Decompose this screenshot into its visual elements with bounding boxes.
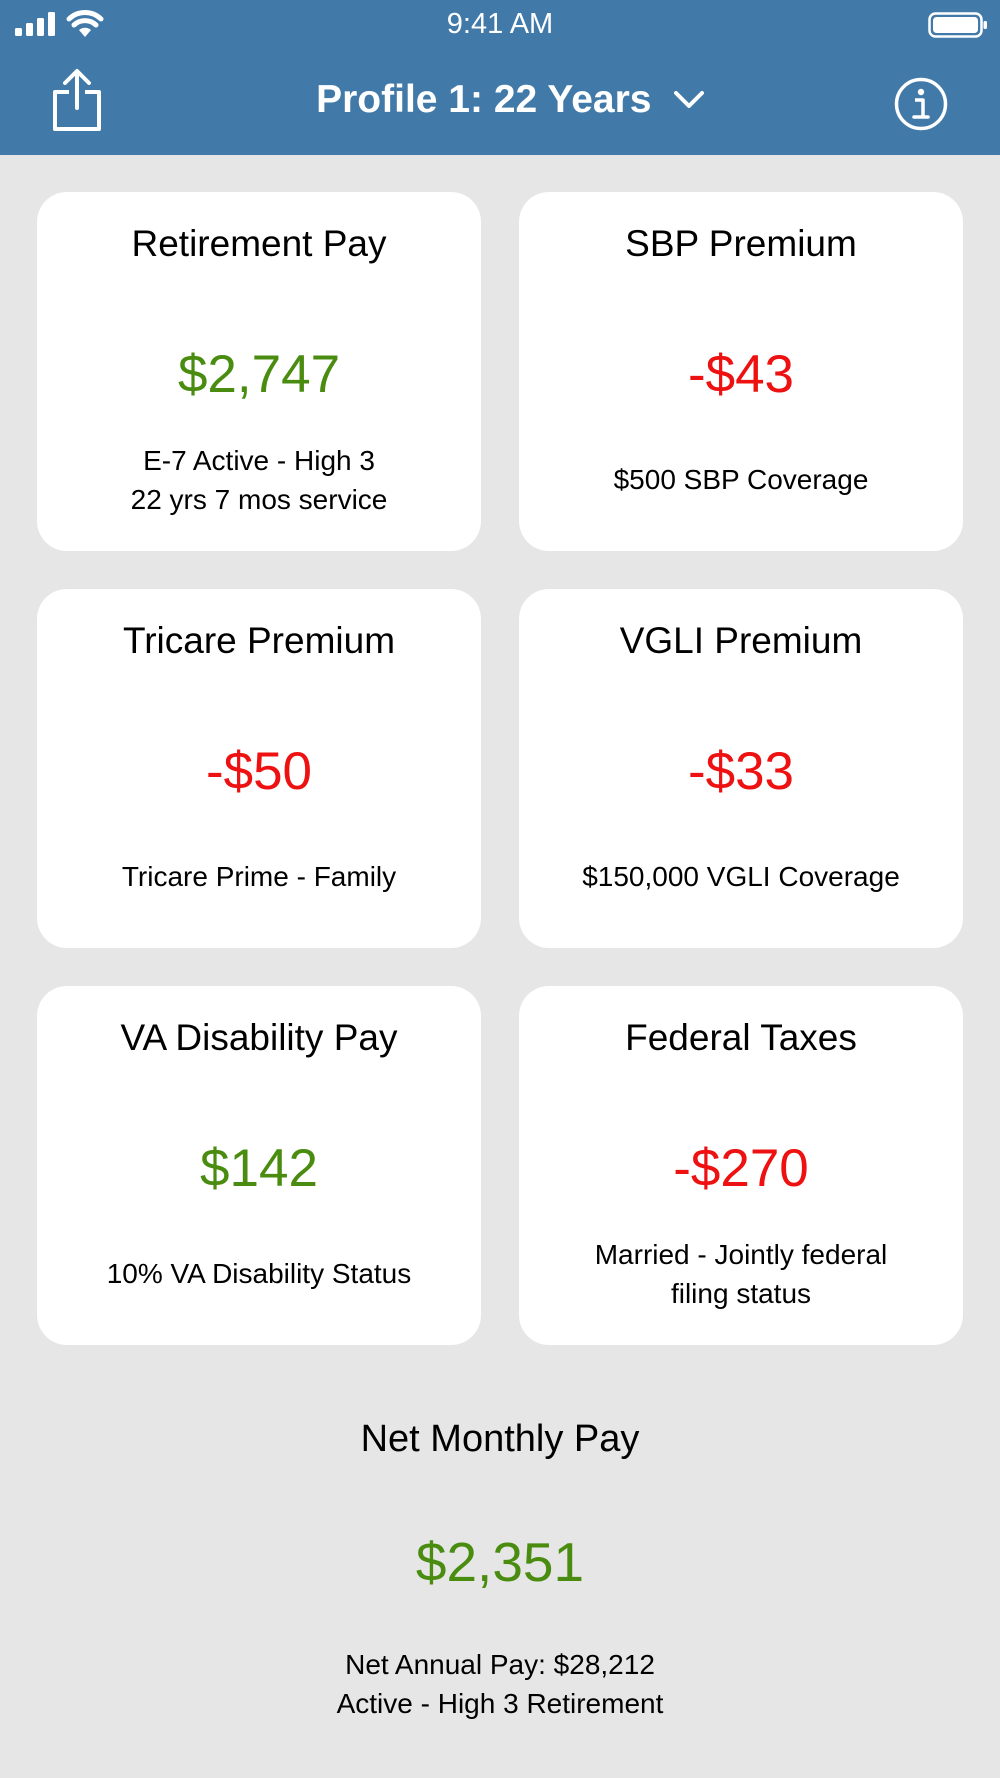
card-description: $500 SBP Coverage bbox=[529, 460, 953, 499]
card-description-line: E-7 Active - High 3 bbox=[143, 445, 375, 476]
card-description-line: $500 SBP Coverage bbox=[613, 464, 869, 495]
card-description: Married - Jointly federal filing status bbox=[529, 1235, 953, 1313]
card-description-line: 10% VA Disability Status bbox=[106, 1258, 412, 1289]
card-description: 10% VA Disability Status bbox=[47, 1254, 471, 1293]
info-button[interactable] bbox=[894, 77, 948, 131]
card-description: $150,000 VGLI Coverage bbox=[529, 857, 953, 896]
card-title: VA Disability Pay bbox=[120, 1017, 398, 1058]
card-title: Retirement Pay bbox=[131, 223, 387, 264]
card-description: E-7 Active - High 3 22 yrs 7 mos service bbox=[47, 441, 471, 519]
card-value: -$270 bbox=[673, 1139, 809, 1198]
card-title: Federal Taxes bbox=[625, 1017, 857, 1058]
card-description-line: 22 yrs 7 mos service bbox=[130, 484, 388, 515]
retirement-type: Active - High 3 Retirement bbox=[336, 1688, 664, 1719]
sbp-premium-card[interactable]: SBP Premium -$43 $500 SBP Coverage bbox=[519, 192, 963, 551]
card-title: VGLI Premium bbox=[619, 620, 863, 661]
retirement-pay-card[interactable]: Retirement Pay $2,747 E-7 Active - High … bbox=[37, 192, 481, 551]
status-bar: 9:41 AM bbox=[0, 0, 1000, 50]
card-description: Tricare Prime - Family bbox=[47, 857, 471, 896]
net-monthly-pay-value: $2,351 bbox=[415, 1531, 585, 1593]
net-annual-pay: Net Annual Pay: $28,212 bbox=[345, 1649, 655, 1680]
share-button[interactable] bbox=[50, 68, 104, 132]
share-icon bbox=[53, 69, 101, 131]
card-value: $142 bbox=[200, 1139, 318, 1198]
profile-selector[interactable]: Profile 1: 22 Years bbox=[300, 78, 720, 128]
card-description-line: filing status bbox=[670, 1278, 812, 1309]
federal-taxes-card[interactable]: Federal Taxes -$270 Married - Jointly fe… bbox=[519, 986, 963, 1345]
status-time: 9:41 AM bbox=[446, 8, 554, 40]
card-value: -$33 bbox=[687, 742, 795, 801]
net-monthly-pay-title: Net Monthly Pay bbox=[360, 1418, 640, 1460]
card-description-line: Married - Jointly federal bbox=[594, 1239, 888, 1270]
card-description-line: Tricare Prime - Family bbox=[121, 861, 397, 892]
vgli-premium-card[interactable]: VGLI Premium -$33 $150,000 VGLI Coverage bbox=[519, 589, 963, 948]
card-value: -$43 bbox=[687, 345, 795, 404]
chevron-down-icon bbox=[673, 91, 704, 108]
card-value: -$50 bbox=[205, 742, 313, 801]
info-icon bbox=[894, 77, 948, 131]
va-disability-pay-card[interactable]: VA Disability Pay $142 10% VA Disability… bbox=[37, 986, 481, 1345]
card-title: SBP Premium bbox=[625, 223, 857, 264]
card-value: $2,747 bbox=[177, 345, 341, 404]
card-description-line: $150,000 VGLI Coverage bbox=[582, 861, 900, 892]
battery-icon bbox=[928, 12, 987, 38]
tricare-premium-card[interactable]: Tricare Premium -$50 Tricare Prime - Fam… bbox=[37, 589, 481, 948]
navigation-bar: Profile 1: 22 Years bbox=[0, 50, 1000, 155]
card-title: Tricare Premium bbox=[122, 620, 396, 661]
profile-title: Profile 1: 22 Years bbox=[316, 78, 652, 121]
